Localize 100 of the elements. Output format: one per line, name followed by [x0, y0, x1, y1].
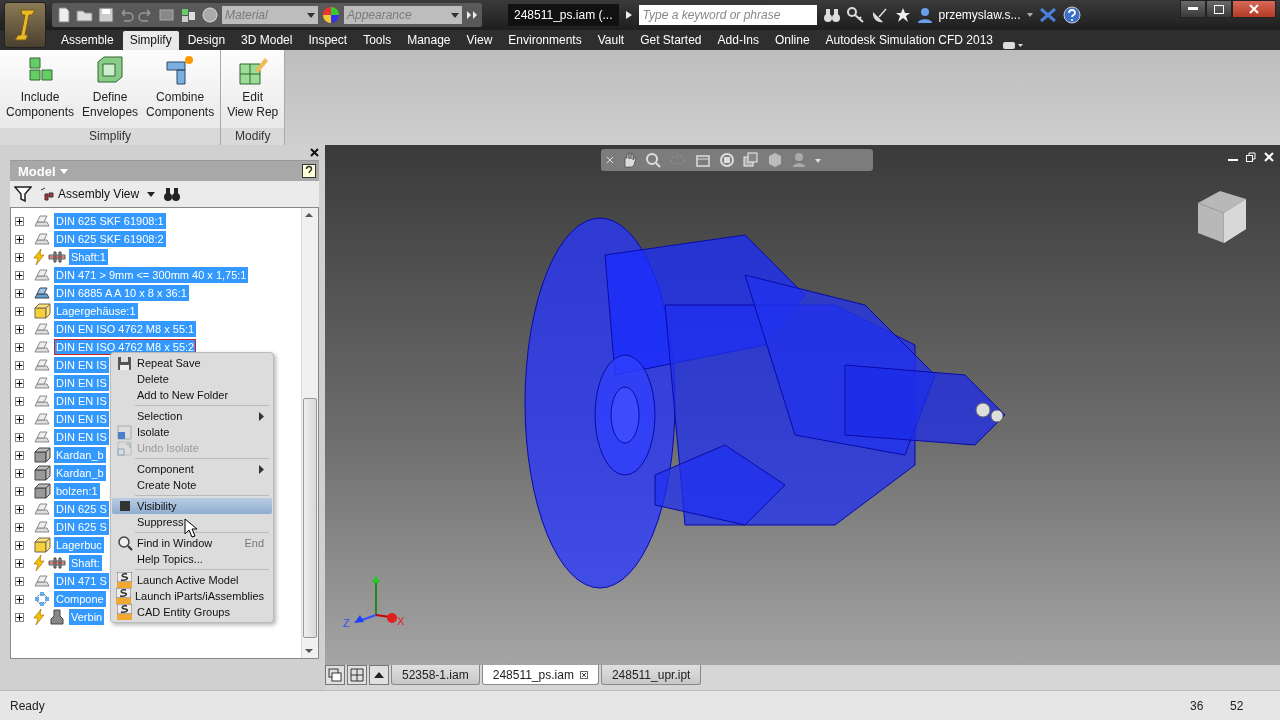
- ribbon-tab[interactable]: Tools: [356, 31, 399, 50]
- new-file-icon[interactable]: [56, 7, 72, 23]
- star-icon[interactable]: [894, 7, 911, 23]
- menu-item[interactable]: Component: [112, 461, 272, 477]
- cascade-button[interactable]: [325, 665, 345, 685]
- expand-icon[interactable]: [15, 612, 24, 622]
- ribbon-tab[interactable]: Simplify: [122, 31, 179, 50]
- more-icon[interactable]: [466, 10, 478, 20]
- tab-list-button[interactable]: [369, 665, 389, 685]
- open-folder-icon[interactable]: [76, 7, 94, 23]
- views-icon[interactable]: [743, 152, 759, 168]
- ribbon-tab[interactable]: Add-Ins: [710, 31, 766, 50]
- caret-icon[interactable]: [1026, 13, 1033, 17]
- ribbon-tab[interactable]: Environments: [501, 31, 589, 50]
- color-sphere-icon[interactable]: [202, 7, 218, 23]
- pan-icon[interactable]: [621, 152, 637, 168]
- help-icon[interactable]: [302, 164, 316, 178]
- ribbon-tab[interactable]: Online: [767, 31, 817, 50]
- view-dropdown[interactable]: Assembly View: [40, 187, 140, 201]
- filter-icon[interactable]: [14, 186, 32, 202]
- caret-icon[interactable]: [147, 191, 156, 197]
- ribbon-tab[interactable]: Manage: [400, 31, 458, 50]
- ribbon-tab[interactable]: 3D Model: [234, 31, 300, 50]
- ribbon-button[interactable]: Edit View Rep: [225, 54, 281, 128]
- expand-icon[interactable]: [15, 396, 24, 406]
- part-icon: [33, 574, 51, 588]
- expand-icon[interactable]: [15, 306, 24, 316]
- panel-toggle-icon[interactable]: [1002, 40, 1024, 50]
- expand-icon[interactable]: [15, 342, 24, 352]
- menu-item[interactable]: Isolate: [112, 424, 272, 440]
- expand-icon[interactable]: [15, 576, 24, 586]
- menu-item[interactable]: Find in Window End: [112, 535, 272, 551]
- search-field[interactable]: Type a keyword or phrase: [638, 5, 817, 25]
- save-icon[interactable]: [98, 7, 114, 23]
- scrollbar[interactable]: [301, 208, 318, 658]
- look-at-icon[interactable]: [695, 152, 711, 168]
- document-tab[interactable]: 248511_ps.iam: [481, 665, 599, 685]
- zoom-icon[interactable]: [645, 152, 661, 168]
- menu-item[interactable]: Selection: [112, 408, 272, 424]
- document-tab[interactable]: 248511_upr.ipt: [600, 665, 702, 685]
- ribbon-button[interactable]: Define Envelopes: [80, 54, 141, 128]
- expand-icon[interactable]: [15, 252, 24, 262]
- tile-button[interactable]: [347, 665, 367, 685]
- ribbon-tab[interactable]: Assemble: [54, 31, 121, 50]
- close-button[interactable]: [1232, 0, 1276, 18]
- redo-icon[interactable]: [138, 7, 154, 23]
- expand-icon[interactable]: [15, 378, 24, 388]
- ribbon-tab[interactable]: View: [459, 31, 500, 50]
- close-icon[interactable]: [310, 148, 319, 157]
- expand-icon[interactable]: [15, 540, 24, 550]
- expand-icon[interactable]: [15, 360, 24, 370]
- ribbon-tab[interactable]: Vault: [590, 31, 632, 50]
- menu-item[interactable]: Create Note: [112, 477, 272, 493]
- key-icon[interactable]: [846, 7, 865, 23]
- select-icon[interactable]: [180, 7, 198, 23]
- menu-item[interactable]: Delete: [112, 371, 272, 387]
- color-wheel-icon[interactable]: [322, 6, 340, 24]
- ribbon-button[interactable]: Include Components: [4, 54, 77, 128]
- minimize-button[interactable]: [1180, 0, 1206, 18]
- expand-icon[interactable]: [15, 216, 24, 226]
- menu-item[interactable]: Visibility: [112, 498, 272, 514]
- expand-icon[interactable]: [15, 594, 24, 604]
- binoculars-icon[interactable]: [822, 7, 841, 23]
- ribbon-button[interactable]: Combine Components: [144, 54, 217, 128]
- ribbon-tab[interactable]: Design: [180, 31, 233, 50]
- expand-icon[interactable]: [15, 414, 24, 424]
- user-name[interactable]: przemyslaw.s...: [938, 8, 1021, 22]
- document-tab[interactable]: 52358-1.iam: [391, 665, 480, 685]
- maximize-button[interactable]: [1206, 0, 1232, 18]
- expand-icon[interactable]: [15, 324, 24, 334]
- ribbon-tab[interactable]: Get Started: [633, 31, 709, 50]
- application-button[interactable]: [4, 2, 46, 48]
- expand-icon[interactable]: [15, 234, 24, 244]
- expand-icon[interactable]: [15, 558, 24, 568]
- expand-icon[interactable]: [15, 270, 24, 280]
- expand-icon[interactable]: [15, 486, 24, 496]
- expand-icon[interactable]: [624, 10, 633, 20]
- expand-icon[interactable]: [15, 288, 24, 298]
- menu-item[interactable]: Launch Active Model: [112, 572, 272, 588]
- expand-icon[interactable]: [15, 468, 24, 478]
- ribbon-tab[interactable]: Autodesk Simulation CFD 2013: [818, 31, 1000, 50]
- restore-icon[interactable]: [1246, 152, 1256, 162]
- binoculars-icon[interactable]: [163, 186, 182, 202]
- menu-item[interactable]: CAD Entity Groups: [112, 604, 272, 620]
- expand-icon[interactable]: [15, 522, 24, 532]
- menu-item[interactable]: Suppress: [112, 514, 272, 530]
- expand-icon[interactable]: [15, 432, 24, 442]
- expand-icon[interactable]: [15, 450, 24, 460]
- zoom-all-icon[interactable]: [719, 152, 735, 168]
- menu-item[interactable]: Help Topics...: [112, 551, 272, 567]
- menu-item[interactable]: Add to New Folder: [112, 387, 272, 403]
- user-icon[interactable]: [916, 7, 933, 23]
- menu-item[interactable]: Repeat Save: [112, 355, 272, 371]
- scroll-thumb[interactable]: [303, 398, 317, 638]
- exchange-icon[interactable]: [1038, 7, 1057, 23]
- maximize-icon: [1214, 4, 1224, 14]
- expand-icon[interactable]: [15, 504, 24, 514]
- ribbon-tab[interactable]: Inspect: [301, 31, 355, 50]
- menu-item[interactable]: Launch iParts/iAssemblies: [112, 588, 272, 604]
- satellite-dish-icon[interactable]: [870, 7, 889, 23]
